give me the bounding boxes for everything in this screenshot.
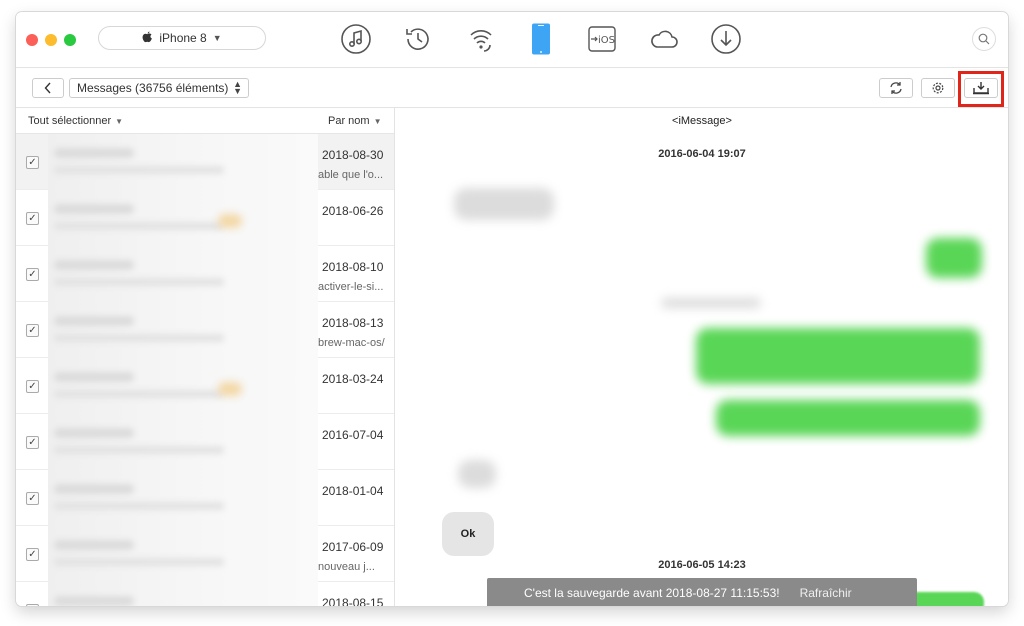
app-window: iPhone 8 ▼ iOS Messages (36756 éléments)… bbox=[16, 12, 1008, 606]
gear-icon bbox=[932, 82, 944, 94]
history-icon[interactable] bbox=[401, 22, 435, 56]
device-name: iPhone 8 bbox=[159, 31, 207, 45]
conversation-list: ✓ 2018-08-30 able que l'o... ✓ 2018-06-26 ✓ 20… bbox=[16, 134, 394, 606]
redacted-contact bbox=[48, 526, 318, 582]
row-checkbox[interactable]: ✓ bbox=[26, 380, 39, 393]
sent-message-blurred bbox=[716, 400, 980, 436]
redacted-contact bbox=[48, 246, 318, 302]
sort-by-dropdown[interactable]: Par nom ▼ bbox=[328, 115, 382, 127]
list-item[interactable]: ✓ 2018-08-13 brew-mac-os/ bbox=[16, 302, 394, 358]
row-date: 2018-06-26 bbox=[322, 204, 384, 218]
row-date: 2018-08-10 bbox=[322, 260, 384, 274]
conversation-title: <iMessage> bbox=[672, 115, 732, 127]
title-bar: iPhone 8 ▼ iOS bbox=[16, 12, 1008, 68]
updown-chevron-icon: ▲ ▼ bbox=[233, 79, 242, 96]
timestamp-blurred bbox=[661, 298, 761, 308]
row-date: 2017-06-09 bbox=[322, 540, 384, 554]
list-item[interactable]: ✓ 2016-07-04 bbox=[16, 414, 394, 470]
caret-down-icon: ▼ bbox=[115, 117, 124, 126]
iphone-device-icon[interactable] bbox=[524, 22, 558, 56]
list-item[interactable]: ✓ 2017-06-09 nouveau j... bbox=[16, 526, 394, 582]
backup-notice-toast: C'est la sauvegarde avant 2018-08-27 11:… bbox=[487, 578, 917, 606]
row-snippet: brew-mac-os/ bbox=[318, 337, 385, 349]
ios-transfer-icon[interactable]: iOS bbox=[585, 22, 619, 56]
chevron-down-icon: ▼ bbox=[212, 33, 222, 43]
category-selector[interactable]: Messages (36756 éléments) ▲ ▼ bbox=[69, 78, 249, 98]
wifi-icon[interactable] bbox=[464, 22, 498, 56]
zoom-window-button[interactable] bbox=[64, 34, 76, 46]
sent-message-blurred bbox=[696, 328, 980, 384]
back-button[interactable] bbox=[32, 78, 64, 98]
row-snippet: nouveau j... bbox=[318, 561, 375, 573]
row-checkbox[interactable]: ✓ bbox=[26, 436, 39, 449]
row-date: 2018-08-30 bbox=[322, 148, 384, 162]
refresh-icon bbox=[890, 82, 902, 94]
close-window-button[interactable] bbox=[26, 34, 38, 46]
message-text: Ok bbox=[460, 528, 476, 540]
apple-icon bbox=[142, 31, 153, 46]
minimize-window-button[interactable] bbox=[45, 34, 57, 46]
music-icon[interactable] bbox=[339, 22, 373, 56]
row-checkbox[interactable]: ✓ bbox=[26, 604, 39, 606]
row-checkbox[interactable]: ✓ bbox=[26, 548, 39, 561]
row-checkbox[interactable]: ✓ bbox=[26, 324, 39, 337]
row-checkbox[interactable]: ✓ bbox=[26, 156, 39, 169]
list-header: Tout sélectionner ▼ Par nom ▼ bbox=[16, 108, 394, 134]
search-icon bbox=[978, 33, 990, 45]
row-checkbox[interactable]: ✓ bbox=[26, 268, 39, 281]
refresh-button[interactable] bbox=[879, 78, 913, 98]
redacted-contact bbox=[48, 190, 318, 246]
received-message-blurred bbox=[458, 460, 496, 488]
sent-message-blurred bbox=[926, 238, 982, 278]
list-item[interactable]: ✓ 2018-06-26 bbox=[16, 190, 394, 246]
row-date: 2018-01-04 bbox=[322, 484, 384, 498]
received-message-blurred bbox=[454, 188, 554, 220]
device-selector[interactable]: iPhone 8 ▼ bbox=[98, 26, 266, 50]
svg-text:iOS: iOS bbox=[598, 35, 615, 46]
date-stamp: 2016-06-04 19:07 bbox=[658, 148, 746, 160]
select-all-dropdown[interactable]: Tout sélectionner ▼ bbox=[28, 115, 123, 127]
conversation-view: <iMessage> 2016-06-04 19:07 Ok 2016-06-0… bbox=[396, 108, 1008, 606]
list-item[interactable]: ✓ 2018-01-04 bbox=[16, 470, 394, 526]
row-checkbox[interactable]: ✓ bbox=[26, 492, 39, 505]
redacted-contact bbox=[48, 134, 318, 190]
secondary-toolbar: Messages (36756 éléments) ▲ ▼ bbox=[16, 68, 1008, 108]
sort-by-label: Par nom bbox=[328, 115, 370, 127]
row-snippet: activer-le-si... bbox=[318, 281, 384, 293]
category-label: Messages (36756 éléments) bbox=[77, 81, 229, 95]
settings-button[interactable] bbox=[921, 78, 955, 98]
download-icon[interactable] bbox=[709, 22, 743, 56]
export-highlight-frame bbox=[958, 71, 1004, 107]
chevron-left-icon bbox=[44, 82, 51, 94]
cloud-icon[interactable] bbox=[647, 22, 681, 56]
row-checkbox[interactable]: ✓ bbox=[26, 212, 39, 225]
message-list-panel: Tout sélectionner ▼ Par nom ▼ ✓ 2018-08-30 a… bbox=[16, 108, 395, 606]
redacted-contact bbox=[48, 582, 318, 606]
list-item[interactable]: ✓ 2018-08-10 activer-le-si... bbox=[16, 246, 394, 302]
redacted-contact bbox=[48, 358, 318, 414]
redacted-contact bbox=[48, 414, 318, 470]
select-all-label: Tout sélectionner bbox=[28, 115, 112, 127]
search-button[interactable] bbox=[972, 27, 996, 51]
caret-down-icon: ▼ bbox=[373, 117, 382, 126]
redacted-contact bbox=[48, 470, 318, 526]
refresh-link[interactable]: Rafraîchir bbox=[800, 586, 852, 600]
redacted-contact bbox=[48, 302, 318, 358]
list-item[interactable]: ✓ 2018-08-15 bbox=[16, 582, 394, 606]
row-date: 2018-08-15 bbox=[322, 596, 384, 606]
toast-message: C'est la sauvegarde avant 2018-08-27 11:… bbox=[524, 586, 780, 600]
row-date: 2018-03-24 bbox=[322, 372, 384, 386]
received-message: Ok bbox=[442, 512, 494, 556]
row-date: 2018-08-13 bbox=[322, 316, 384, 330]
row-date: 2016-07-04 bbox=[322, 428, 384, 442]
list-item[interactable]: ✓ 2018-03-24 bbox=[16, 358, 394, 414]
list-item[interactable]: ✓ 2018-08-30 able que l'o... bbox=[16, 134, 394, 190]
row-snippet: able que l'o... bbox=[318, 169, 384, 181]
date-stamp: 2016-06-05 14:23 bbox=[658, 559, 746, 571]
